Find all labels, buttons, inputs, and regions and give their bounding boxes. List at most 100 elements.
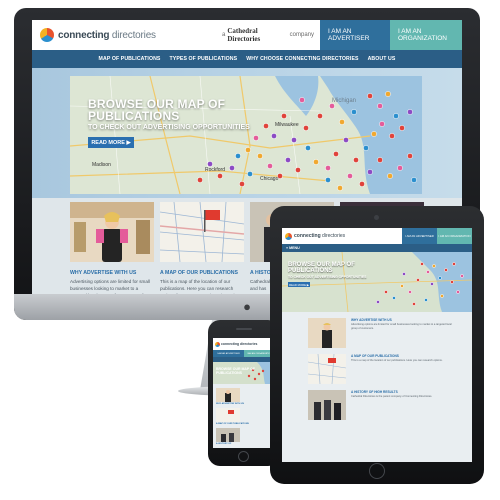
map-pin-icon[interactable]	[333, 151, 339, 157]
map-pin-icon[interactable]	[325, 165, 331, 171]
ipad-read-more-button[interactable]: READ MORE ▶	[288, 282, 310, 287]
ipad-list-item[interactable]: A MAP OF OUR PUBLICATIONS This is a map …	[308, 354, 458, 386]
map-pin-icon[interactable]	[407, 109, 413, 115]
ipad-list-item[interactable]: A HISTORY OF HIGH RESULTS Cathedral Dire…	[308, 390, 458, 422]
map-pin-icon[interactable]	[229, 165, 235, 171]
hero-map[interactable]: Michigan Chicago Madison Rockford Milwau…	[70, 76, 422, 194]
map-pin-icon[interactable]	[389, 133, 395, 139]
map-pin-icon[interactable]	[402, 272, 406, 276]
map-pin-icon[interactable]	[371, 131, 377, 137]
map-pin-icon[interactable]	[392, 296, 396, 300]
map-pin-icon[interactable]	[277, 173, 283, 179]
map-pin-icon[interactable]	[430, 282, 434, 286]
map-pin-icon[interactable]	[291, 137, 297, 143]
map-pin-icon[interactable]	[285, 157, 291, 163]
map-pin-icon[interactable]	[245, 147, 251, 153]
map-pin-icon[interactable]	[426, 270, 430, 274]
map-pin-icon[interactable]	[247, 171, 253, 177]
map-pin-icon[interactable]	[295, 167, 301, 173]
map-pin-icon[interactable]	[267, 163, 273, 169]
map-pin-icon[interactable]	[385, 91, 391, 97]
map-pin-icon[interactable]	[376, 300, 380, 304]
map-pin-icon[interactable]	[339, 119, 345, 125]
advertiser-button[interactable]: I AM AN ADVERTISER	[320, 20, 390, 50]
ipad-hero-map[interactable]: BROWSE OUR MAP OF PUBLICATIONS TO CHECK O…	[282, 252, 472, 312]
map-pin-icon[interactable]	[271, 133, 277, 139]
iphone-list-item[interactable]: A MAP OF OUR PUBLICATIONS	[216, 408, 272, 425]
map-pin-icon[interactable]	[263, 123, 269, 129]
map-pin-icon[interactable]	[305, 145, 311, 151]
iphone-list-item[interactable]: A HISTORY OF	[216, 428, 272, 445]
nav-item-about-us[interactable]: ABOUT US	[368, 56, 396, 62]
ipad-device: connecting directories I AM AN ADVERTISE…	[270, 206, 484, 484]
map-pin-icon[interactable]	[239, 181, 245, 187]
map-pin-icon[interactable]	[377, 157, 383, 163]
map-pin-icon[interactable]	[351, 109, 357, 115]
map-pin-icon[interactable]	[432, 264, 436, 268]
map-pin-icon[interactable]	[424, 298, 428, 302]
map-pin-icon[interactable]	[440, 294, 444, 298]
map-pin-icon[interactable]	[359, 181, 365, 187]
map-pin-icon[interactable]	[407, 153, 413, 159]
ipad-home-button[interactable]	[369, 463, 385, 479]
map-pin-icon[interactable]	[207, 161, 213, 167]
iphone-advertiser-button[interactable]: I AM AN ADVERTISER	[213, 350, 244, 357]
brand-logo[interactable]: connecting directories	[32, 20, 222, 50]
map-pin-icon[interactable]	[337, 185, 343, 191]
map-pin-icon[interactable]	[412, 302, 416, 306]
map-pin-icon[interactable]	[347, 173, 353, 179]
map-pin-icon[interactable]	[456, 290, 460, 294]
map-pin-icon[interactable]	[377, 103, 383, 109]
apple-logo-icon: ●	[243, 299, 251, 314]
organization-button[interactable]: I AM AN ORGANIZATION	[390, 20, 462, 50]
map-pin-icon[interactable]	[438, 276, 442, 280]
map-pin-icon[interactable]	[367, 169, 373, 175]
map-pin-icon[interactable]	[460, 274, 464, 278]
card-map-of-publications[interactable]: A MAP OF OUR PUBLICATIONS This is a map …	[160, 202, 244, 298]
map-pin-icon[interactable]	[363, 145, 369, 151]
ipad-list-item[interactable]: WHY ADVERTISE WITH US Advertising option…	[308, 318, 458, 350]
iphone-home-button[interactable]	[238, 451, 249, 462]
nav-item-types-of-publications[interactable]: TYPES OF PUBLICATIONS	[170, 56, 238, 62]
map-pin-icon[interactable]	[397, 165, 403, 171]
map-pin-icon[interactable]	[367, 93, 373, 99]
map-pin-icon[interactable]	[253, 135, 259, 141]
map-pin-icon[interactable]	[452, 262, 456, 266]
map-pin-icon[interactable]	[444, 268, 448, 272]
map-pin-icon[interactable]	[257, 153, 263, 159]
map-pin-icon[interactable]	[379, 121, 385, 127]
map-pin-icon[interactable]	[197, 177, 203, 183]
map-pin-icon[interactable]	[450, 280, 454, 284]
iphone-list-item[interactable]: WHY ADVERTISE WITH US	[216, 388, 272, 405]
ipad-advertiser-button[interactable]: I AM AN ADVERTISER	[402, 228, 437, 244]
map-pin-icon[interactable]	[303, 125, 309, 131]
map-pin-icon[interactable]	[387, 173, 393, 179]
map-pin-icon[interactable]	[313, 159, 319, 165]
card-why-advertise[interactable]: WHY ADVERTISE WITH US Advertising option…	[70, 202, 154, 298]
map-pin-icon[interactable]	[353, 157, 359, 163]
map-pin-icon[interactable]	[317, 113, 323, 119]
map-pin-icon[interactable]	[281, 113, 287, 119]
map-pin-icon[interactable]	[384, 290, 388, 294]
map-pin-icon[interactable]	[217, 173, 223, 179]
map-pin-icon[interactable]	[411, 177, 417, 183]
map-pin-icon[interactable]	[416, 278, 420, 282]
map-pin-icon[interactable]	[399, 125, 405, 131]
read-more-button[interactable]: READ MORE ▶	[88, 137, 134, 148]
map-pin-icon[interactable]	[325, 177, 331, 183]
nav-item-map-of-publications[interactable]: MAP OF PUBLICATIONS	[99, 56, 161, 62]
iphone-logo-text[interactable]: connecting directories	[221, 342, 257, 346]
map-pin-icon[interactable]	[400, 284, 404, 288]
ipad-brand-logo[interactable]: connecting directories	[282, 232, 402, 240]
iphone-hero-map[interactable]: BROWSE OUR MAP OF PUBLICATIONS	[213, 362, 275, 384]
map-pin-icon[interactable]	[420, 262, 424, 266]
ipad-nav[interactable]: ≡ MENU	[282, 244, 472, 252]
ipad-organization-button[interactable]: I AM AN ORGANIZATION	[437, 228, 472, 244]
map-pin-icon[interactable]	[299, 97, 305, 103]
map-pin-icon[interactable]	[235, 153, 241, 159]
map-pin-icon[interactable]	[393, 113, 399, 119]
map-pin-icon[interactable]	[408, 290, 412, 294]
map-pin-icon[interactable]	[329, 103, 335, 109]
nav-item-why-choose[interactable]: WHY CHOOSE CONNECTING DIRECTORIES	[246, 56, 358, 62]
map-pin-icon[interactable]	[343, 137, 349, 143]
